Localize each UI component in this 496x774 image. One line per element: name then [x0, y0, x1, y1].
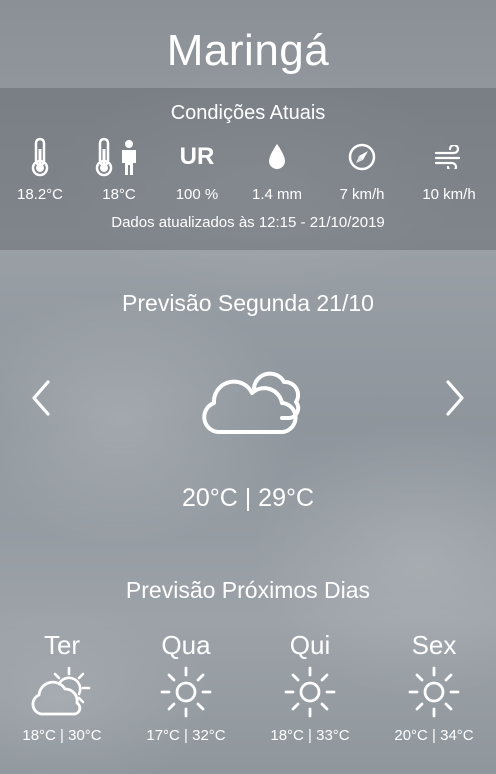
day-forecast-sex: Sex 20°C | 34°C: [372, 630, 496, 744]
metric-feels-like-value: 18°C: [102, 186, 136, 203]
day-temperature-range: 18°C | 33°C: [270, 727, 350, 744]
day-forecast-ter: Ter 18°C | 30°C: [0, 630, 124, 744]
current-conditions-panel: Condições Atuais 18.2°C 18°C UR 100 % 1.…: [0, 88, 496, 250]
metric-wind-gust-value: 10 km/h: [422, 186, 476, 203]
metric-wind-value: 7 km/h: [339, 186, 385, 203]
next-days-title: Previsão Próximos Dias: [125, 577, 371, 603]
feels-like-icon: [83, 136, 155, 178]
city-title: Maringá: [166, 26, 330, 75]
thermometer-icon: [4, 136, 76, 178]
wind-direction-icon: [326, 136, 398, 178]
chevron-right-icon: [446, 380, 464, 416]
sun-icon: [248, 663, 372, 721]
day-temperature-range: 18°C | 30°C: [22, 727, 102, 744]
day-temperature-range: 20°C | 34°C: [394, 727, 474, 744]
day-name: Sex: [411, 630, 457, 660]
day-name: Ter: [43, 630, 81, 660]
forecast-title: Previsão Segunda 21/10: [122, 290, 374, 316]
forecast-temperatures: 20°C | 29°C: [181, 484, 315, 512]
chevron-left-icon: [32, 380, 50, 416]
sun-icon: [124, 663, 248, 721]
wind-gust-icon: [413, 136, 485, 178]
sun-icon: [372, 663, 496, 721]
day-forecast-qua: Qua 17°C | 32°C: [124, 630, 248, 744]
day-temperature-range: 17°C | 32°C: [146, 727, 226, 744]
next-day-button[interactable]: [440, 378, 470, 418]
humidity-ur-label: UR: [179, 143, 215, 170]
current-conditions-title: Condições Atuais: [170, 102, 326, 124]
updated-timestamp: Dados atualizados às 12:15 - 21/10/2019: [111, 214, 385, 231]
day-forecast-qui: Qui 18°C | 33°C: [248, 630, 372, 744]
metric-feels-like: 18°C: [83, 136, 155, 203]
cloudy-icon: [196, 366, 302, 440]
humidity-ur-icon: UR: [161, 136, 233, 178]
metric-rain: 1.4 mm: [241, 136, 313, 203]
rain-drop-icon: [241, 136, 313, 178]
day-name: Qua: [161, 630, 211, 660]
metric-wind: 7 km/h: [326, 136, 398, 203]
day-name: Qui: [289, 630, 331, 660]
partly-cloudy-icon: [0, 663, 124, 721]
previous-day-button[interactable]: [26, 378, 56, 418]
metric-rain-value: 1.4 mm: [251, 186, 302, 203]
metric-humidity: UR 100 %: [161, 136, 233, 203]
metric-temperature: 18.2°C: [4, 136, 76, 203]
metric-temperature-value: 18.2°C: [16, 186, 64, 203]
metric-wind-gust: 10 km/h: [413, 136, 485, 203]
metric-humidity-value: 100 %: [175, 186, 219, 203]
